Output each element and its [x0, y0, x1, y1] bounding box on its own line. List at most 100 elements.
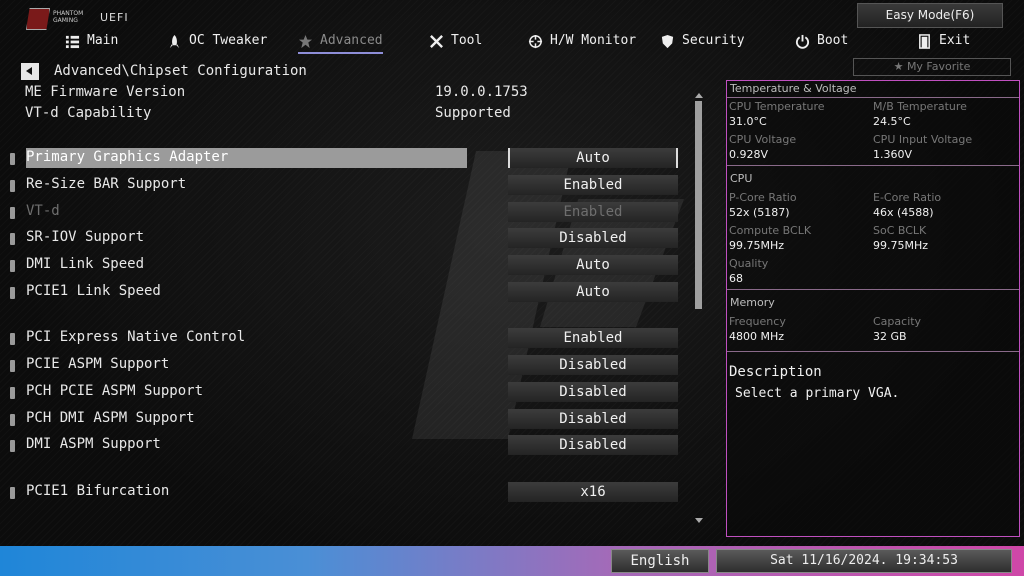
setting-label: SR-IOV Support — [26, 229, 145, 245]
soc-bclk-value: 99.75MHz — [873, 239, 929, 252]
tab-security[interactable]: Security — [660, 31, 745, 51]
brand-line2: GAMING — [53, 17, 78, 24]
setting-label: DMI ASPM Support — [26, 436, 161, 452]
cpu-temp-value: 31.0°C — [729, 115, 767, 128]
setting-value-dropdown[interactable]: Auto — [508, 255, 678, 275]
setting-value-dropdown[interactable]: Disabled — [508, 435, 678, 455]
scrollbar-thumb[interactable] — [695, 101, 702, 309]
cpu-voltage-value: 0.928V — [729, 148, 769, 161]
uefi-label: UEFI — [100, 11, 129, 24]
mb-temp-value: 24.5°C — [873, 115, 911, 128]
tab-hw-monitor-label: H/W Monitor — [550, 33, 637, 48]
tab-main[interactable]: Main — [65, 31, 118, 51]
setting-value-dropdown[interactable]: Disabled — [508, 382, 678, 402]
me-firmware-label: ME Firmware Version — [25, 84, 186, 100]
setting-value-dropdown[interactable]: Disabled — [508, 228, 678, 248]
settings-scrollbar[interactable] — [694, 93, 703, 523]
tab-oc-tweaker[interactable]: OC Tweaker — [167, 31, 267, 51]
setting-row-pci-express-native-control[interactable]: PCI Express Native Control Enabled — [10, 328, 680, 349]
breadcrumb: Advanced\Chipset Configuration — [54, 63, 307, 79]
tab-main-label: Main — [87, 33, 119, 48]
language-button[interactable]: English — [611, 549, 709, 573]
tab-hw-monitor[interactable]: H/W Monitor — [528, 31, 636, 51]
setting-row-vtd: VT-d Enabled — [10, 202, 680, 223]
row-marker — [10, 287, 15, 299]
row-marker — [10, 233, 15, 245]
cpu-voltage-label: CPU Voltage — [729, 133, 797, 146]
my-favorite-label: My Favorite — [906, 60, 971, 73]
row-marker — [10, 414, 15, 426]
tab-advanced[interactable]: Advanced — [298, 31, 383, 54]
setting-value-dropdown[interactable]: x16 — [508, 482, 678, 502]
description-text: Select a primary VGA. — [735, 386, 900, 401]
scroll-down-arrow-icon[interactable] — [695, 518, 703, 523]
setting-row-pch-dmi-aspm[interactable]: PCH DMI ASPM Support Disabled — [10, 409, 680, 430]
power-icon — [795, 34, 810, 49]
easy-mode-button[interactable]: Easy Mode(F6) — [857, 3, 1003, 28]
row-marker — [10, 180, 15, 192]
tab-exit-label: Exit — [939, 33, 971, 48]
setting-label: PCIE1 Link Speed — [26, 283, 161, 299]
tab-tool[interactable]: Tool — [429, 31, 482, 51]
pcore-ratio-label: P-Core Ratio — [729, 191, 797, 204]
scroll-up-arrow-icon[interactable] — [695, 93, 703, 98]
brand-line1: PHANTOM — [53, 10, 84, 17]
tab-oc-tweaker-label: OC Tweaker — [189, 33, 268, 48]
row-marker — [10, 440, 15, 452]
mem-capacity-label: Capacity — [873, 315, 922, 328]
divider — [727, 165, 1019, 166]
crosshair-icon — [528, 34, 543, 48]
row-marker — [10, 360, 15, 372]
setting-label: PCH PCIE ASPM Support — [26, 383, 204, 399]
tab-tool-label: Tool — [451, 33, 483, 48]
compute-bclk-label: Compute BCLK — [729, 224, 812, 237]
setting-value-dropdown[interactable]: Auto — [508, 282, 678, 302]
memory-header: Memory — [730, 296, 775, 309]
setting-row-dmi-aspm[interactable]: DMI ASPM Support Disabled — [10, 435, 680, 456]
mem-frequency-label: Frequency — [729, 315, 786, 328]
setting-label: PCI Express Native Control — [26, 329, 246, 345]
active-tab-underline — [298, 52, 383, 54]
row-marker — [10, 487, 15, 499]
setting-row-pcie1-link-speed[interactable]: PCIE1 Link Speed Auto — [10, 282, 680, 303]
setting-label: DMI Link Speed — [26, 256, 145, 272]
setting-label: Primary Graphics Adapter — [26, 148, 467, 168]
tab-boot[interactable]: Boot — [795, 31, 848, 51]
cpu-input-voltage-label: CPU Input Voltage — [873, 133, 973, 146]
divider — [727, 97, 1019, 98]
soc-bclk-label: SoC BCLK — [873, 224, 927, 237]
setting-row-pcie1-bifurcation[interactable]: PCIE1 Bifurcation x16 — [10, 482, 680, 503]
tab-exit[interactable]: Exit — [917, 31, 970, 51]
list-icon — [65, 35, 80, 48]
setting-label: PCH DMI ASPM Support — [26, 410, 195, 426]
bios-screen: PHANTOM GAMING UEFI Easy Mode(F6) Main OC… — [0, 0, 1024, 576]
setting-row-pcie-aspm[interactable]: PCIE ASPM Support Disabled — [10, 355, 680, 376]
setting-value-dropdown[interactable]: Enabled — [508, 328, 678, 348]
setting-value-dropdown: Enabled — [508, 202, 678, 222]
setting-row-sr-iov[interactable]: SR-IOV Support Disabled — [10, 228, 680, 249]
setting-value-dropdown[interactable]: Disabled — [508, 355, 678, 375]
mb-temp-label: M/B Temperature — [873, 100, 967, 113]
datetime-display[interactable]: Sat 11/16/2024. 19:34:53 — [716, 549, 1012, 573]
ecore-ratio-label: E-Core Ratio — [873, 191, 942, 204]
star-icon — [298, 34, 313, 48]
setting-row-dmi-link-speed[interactable]: DMI Link Speed Auto — [10, 255, 680, 276]
star-icon: ★ — [893, 60, 907, 73]
back-arrow-button[interactable] — [21, 63, 39, 80]
setting-label: VT-d — [26, 203, 60, 219]
setting-row-resize-bar[interactable]: Re-Size BAR Support Enabled — [10, 175, 680, 196]
phantom-gaming-logo-icon — [26, 8, 50, 30]
setting-value-dropdown[interactable]: Enabled — [508, 175, 678, 195]
rocket-icon — [169, 34, 180, 48]
setting-row-primary-graphics-adapter[interactable]: Primary Graphics Adapter Auto — [10, 148, 680, 169]
exit-door-icon — [919, 33, 930, 49]
description-title: Description — [729, 364, 822, 380]
cpu-temp-label: CPU Temperature — [729, 100, 825, 113]
setting-value-dropdown[interactable]: Auto — [508, 148, 678, 168]
my-favorite-button[interactable]: ★ My Favorite — [853, 58, 1011, 76]
setting-value-dropdown[interactable]: Disabled — [508, 409, 678, 429]
setting-row-pch-pcie-aspm[interactable]: PCH PCIE ASPM Support Disabled — [10, 382, 680, 403]
mem-frequency-value: 4800 MHz — [729, 330, 785, 343]
setting-label: Re-Size BAR Support — [26, 176, 187, 192]
wrench-icon — [430, 34, 443, 48]
